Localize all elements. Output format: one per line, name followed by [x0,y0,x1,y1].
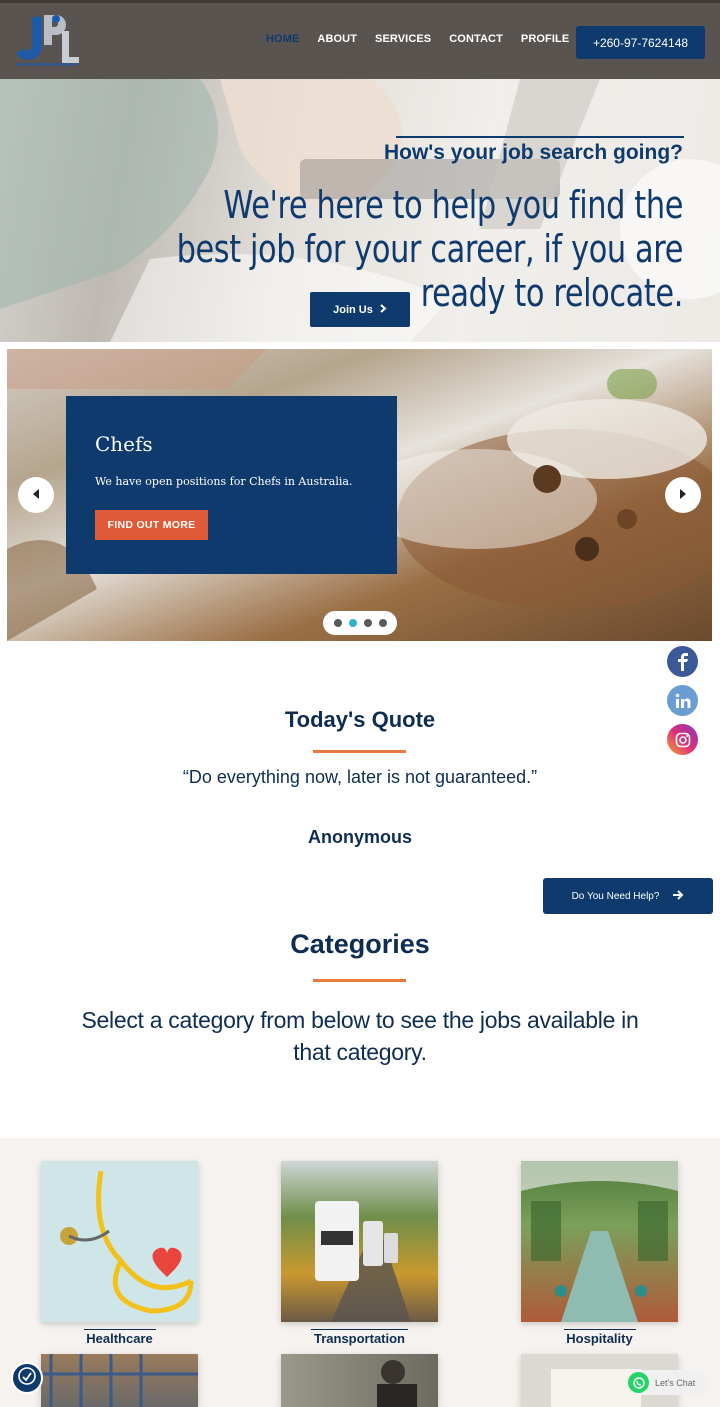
nav-about[interactable]: ABOUT [317,33,357,45]
category-underline [84,1329,156,1330]
slide-title: Chefs [95,432,153,456]
find-out-more-button[interactable]: FIND OUT MORE [95,510,208,540]
slider-dot[interactable] [363,619,372,627]
office-card-image[interactable] [281,1354,438,1407]
join-us-button[interactable]: Join Us [310,292,410,327]
hero-title: We're here to help you find the best job… [176,183,684,315]
quote-author: Anonymous [307,827,412,847]
transportation-card-image[interactable] [281,1161,438,1322]
category-underline [311,1329,408,1330]
slide-card: Chefs We have open positions for Chefs i… [66,396,397,574]
need-help-label: Do You Need Help? [571,890,660,902]
chevron-right-icon [380,303,387,316]
categories-description: Select a category from below to see the … [81,1007,639,1065]
categories-divider [313,979,406,982]
slider-pagination [323,611,397,635]
categories-title: Categories [290,929,430,959]
slide-text: We have open positions for Chefs in Aust… [95,475,353,488]
category-label[interactable]: Transportation [281,1331,438,1346]
hospitality-card-image[interactable] [521,1161,678,1322]
hero-subtitle: How's your job search going? [383,141,683,164]
chat-label: Let's Chat [655,1377,696,1388]
join-us-label: Join Us [333,303,373,316]
site-header: HOME ABOUT SERVICES CONTACT PROFILE +260… [0,0,720,79]
main-nav: HOME ABOUT SERVICES CONTACT PROFILE [266,33,587,45]
category-label[interactable]: Hospitality [521,1331,678,1346]
nav-services[interactable]: SERVICES [375,33,431,45]
page: HOME ABOUT SERVICES CONTACT PROFILE +260… [0,0,720,1407]
construction-card-image[interactable] [41,1354,198,1407]
need-help-button[interactable]: Do You Need Help? [543,878,713,914]
quote-text: “Do everything now, later is not guarant… [182,767,538,787]
accessibility-icon [17,1366,37,1391]
nav-home[interactable]: HOME [266,33,299,45]
caret-right-icon [679,486,687,504]
slider-dot[interactable] [333,619,342,627]
quote-title: Today's Quote [284,707,436,732]
arrow-right-icon [673,889,684,903]
nav-profile[interactable]: PROFILE [521,33,569,45]
category-label[interactable]: Healthcare [41,1331,198,1346]
whatsapp-chat-button[interactable]: Let's Chat [626,1370,709,1395]
slider-prev-button[interactable] [18,477,54,513]
site-logo[interactable] [14,13,82,71]
accessibility-button[interactable] [11,1362,43,1394]
caret-left-icon [32,486,40,504]
whatsapp-icon [628,1372,649,1393]
nav-contact[interactable]: CONTACT [449,33,503,45]
healthcare-card-image[interactable] [41,1161,198,1322]
facebook-icon[interactable] [667,646,698,677]
quote-divider [313,750,406,753]
slider-dot[interactable] [378,619,387,627]
slider-next-button[interactable] [665,477,701,513]
hero-banner: How's your job search going? We're here … [0,79,720,342]
slider-dot-active[interactable] [348,619,357,627]
hero-divider [396,136,684,138]
phone-button[interactable]: +260-97-7624148 [576,26,705,59]
category-underline [564,1329,636,1330]
job-slider: Chefs We have open positions for Chefs i… [7,349,712,641]
